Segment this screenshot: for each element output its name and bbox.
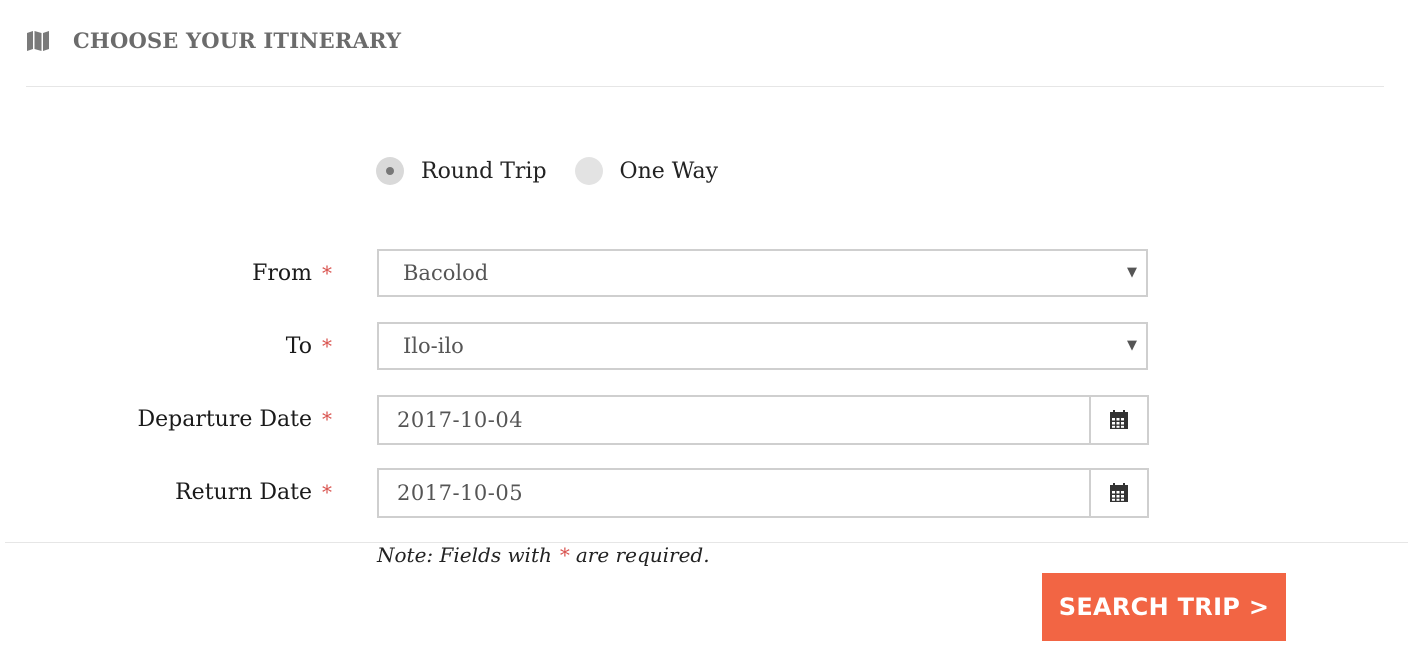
one-way-radio[interactable] xyxy=(574,157,603,185)
required-marker: * xyxy=(559,543,570,567)
required-marker: * xyxy=(322,407,332,431)
departure-row: Departure Date * 2017-10-04 xyxy=(0,395,1413,445)
round-trip-label[interactable]: Round Trip xyxy=(421,159,547,184)
radio-selected-dot xyxy=(386,167,394,175)
from-select-value: Bacolod xyxy=(403,261,489,285)
required-note: Note: Fields with * are required. xyxy=(377,543,710,567)
from-row: From * Bacolod ▼ xyxy=(0,249,1413,299)
return-label: Return Date * xyxy=(175,480,332,505)
departure-label: Departure Date * xyxy=(137,407,332,432)
departure-date-input[interactable]: 2017-10-04 xyxy=(377,395,1091,445)
return-date-input[interactable]: 2017-10-05 xyxy=(377,468,1091,518)
departure-label-text: Departure Date xyxy=(137,407,312,432)
from-label: From * xyxy=(252,261,332,286)
return-row: Return Date * 2017-10-05 xyxy=(0,468,1413,518)
departure-calendar-button[interactable] xyxy=(1089,395,1149,445)
departure-date-value: 2017-10-04 xyxy=(397,408,524,432)
from-label-text: From xyxy=(252,261,312,286)
calendar-icon xyxy=(1110,483,1128,502)
required-marker: * xyxy=(322,480,332,504)
calendar-icon xyxy=(1110,410,1128,429)
return-calendar-button[interactable] xyxy=(1089,468,1149,518)
one-way-label[interactable]: One Way xyxy=(620,159,718,184)
to-label-text: To xyxy=(285,334,312,359)
to-select[interactable]: Ilo-ilo ▼ xyxy=(377,322,1148,370)
note-suffix: are required. xyxy=(575,543,710,567)
return-date-value: 2017-10-05 xyxy=(397,481,524,505)
required-marker: * xyxy=(322,261,332,285)
round-trip-radio[interactable] xyxy=(376,157,404,185)
required-marker: * xyxy=(322,334,332,358)
caret-down-icon: ▼ xyxy=(1127,338,1137,353)
trip-type-group: Round Trip One Way xyxy=(376,157,746,185)
to-label: To * xyxy=(286,334,332,359)
map-icon xyxy=(26,29,50,53)
caret-down-icon: ▼ xyxy=(1127,265,1137,280)
search-trip-button[interactable]: SEARCH TRIP > xyxy=(1042,573,1286,641)
header-divider xyxy=(26,86,1384,87)
return-label-text: Return Date xyxy=(175,480,312,505)
page-title: CHOOSE YOUR ITINERARY xyxy=(73,28,402,53)
itinerary-page: CHOOSE YOUR ITINERARY Round Trip One Way… xyxy=(0,0,1413,670)
to-row: To * Ilo-ilo ▼ xyxy=(0,322,1413,372)
section-header: CHOOSE YOUR ITINERARY xyxy=(26,28,401,53)
note-prefix: Note: Fields with xyxy=(377,543,552,567)
to-select-value: Ilo-ilo xyxy=(403,334,464,358)
from-select[interactable]: Bacolod ▼ xyxy=(377,249,1148,297)
